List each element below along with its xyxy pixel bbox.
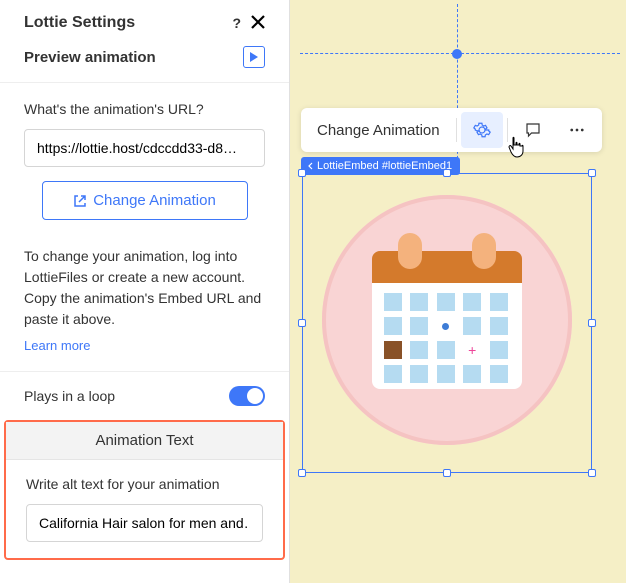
chevron-left-icon	[307, 162, 315, 170]
alt-text-label: Write alt text for your animation	[26, 476, 263, 492]
resize-handle[interactable]	[588, 469, 596, 477]
play-button[interactable]	[243, 46, 265, 68]
animation-text-highlight: Animation Text Write alt text for your a…	[4, 420, 285, 560]
lottie-settings-panel: Lottie Settings ? Preview animation What…	[0, 0, 290, 583]
toolbar-separator	[507, 118, 508, 142]
calendar-ring	[472, 233, 496, 269]
change-animation-button[interactable]: Change Animation	[42, 181, 248, 220]
guide-anchor-dot	[452, 49, 462, 59]
alt-text-section: Write alt text for your animation	[6, 460, 283, 558]
lottie-animation-preview: +	[322, 195, 572, 445]
resize-handle[interactable]	[298, 319, 306, 327]
more-icon	[568, 121, 586, 139]
loop-row: Plays in a loop	[0, 371, 289, 420]
preview-animation-row: Preview animation	[0, 42, 289, 83]
helper-text: To change your animation, log into Lotti…	[24, 246, 265, 330]
alt-text-input[interactable]	[26, 504, 263, 542]
gear-icon	[473, 121, 491, 139]
resize-handle[interactable]	[588, 319, 596, 327]
resize-handle[interactable]	[443, 469, 451, 477]
resize-handle[interactable]	[298, 169, 306, 177]
loop-toggle[interactable]	[229, 386, 265, 406]
toolbar-more-button[interactable]	[556, 112, 598, 148]
learn-more-link[interactable]: Learn more	[24, 338, 90, 353]
helper-section: To change your animation, log into Lotti…	[0, 238, 289, 371]
animation-text-header: Animation Text	[6, 422, 283, 460]
close-icon[interactable]	[251, 15, 265, 32]
toolbar-comment-button[interactable]	[512, 112, 554, 148]
change-animation-label: Change Animation	[93, 192, 216, 209]
calendar-body: +	[372, 283, 522, 389]
animation-url-input[interactable]	[24, 129, 265, 167]
calendar-header	[372, 251, 522, 283]
toolbar-settings-button[interactable]	[461, 112, 503, 148]
toolbar-change-animation[interactable]: Change Animation	[305, 113, 452, 148]
external-link-icon	[73, 194, 87, 208]
resize-handle[interactable]	[588, 169, 596, 177]
help-icon[interactable]: ?	[232, 15, 241, 31]
url-label: What's the animation's URL?	[24, 101, 265, 117]
calendar-ring	[398, 233, 422, 269]
preview-label: Preview animation	[24, 49, 156, 66]
resize-handle[interactable]	[443, 169, 451, 177]
calendar-illustration: +	[372, 251, 522, 389]
loop-label: Plays in a loop	[24, 388, 115, 404]
panel-header: Lottie Settings ?	[0, 0, 289, 42]
panel-title: Lottie Settings	[24, 14, 135, 32]
comment-icon	[524, 121, 542, 139]
toolbar-separator	[456, 118, 457, 142]
url-section: What's the animation's URL? Change Anima…	[0, 83, 289, 238]
resize-handle[interactable]	[298, 469, 306, 477]
embed-tag-label: LottieEmbed #lottieEmbed1	[317, 160, 452, 172]
canvas-floating-toolbar: Change Animation	[301, 108, 602, 152]
